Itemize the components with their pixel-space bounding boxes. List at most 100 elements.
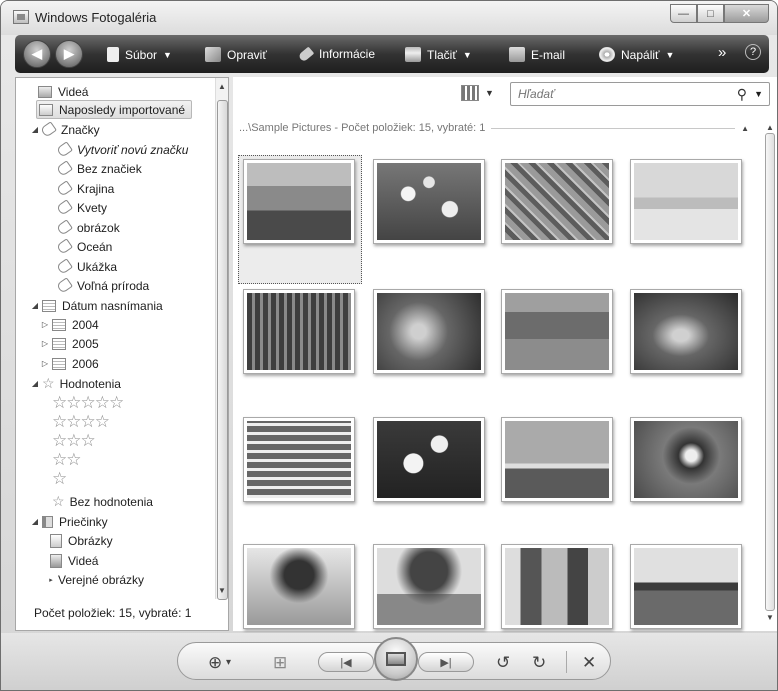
tree-item-tag[interactable]: Oceán	[56, 237, 112, 256]
expand-arrow-icon[interactable]: ▷	[40, 339, 50, 348]
print-menu[interactable]: Tlačiť ▼	[405, 47, 472, 62]
collapse-arrow-icon[interactable]: ◢	[30, 379, 40, 388]
thumbnail-image	[505, 293, 609, 370]
tree-item-folder[interactable]: Videá	[50, 551, 98, 570]
tree-item-no-rating[interactable]: ☆ Bez hodnotenia	[52, 492, 153, 511]
thumbnail-photo-people[interactable]	[501, 544, 613, 629]
rating-five-stars[interactable]: ☆☆☆☆☆	[52, 393, 124, 412]
email-icon	[509, 47, 525, 62]
minimize-button[interactable]: —	[670, 4, 697, 23]
expand-arrow-icon[interactable]: ▷	[40, 320, 50, 329]
scrollbar-thumb[interactable]	[765, 133, 775, 611]
tree-item-label: Bez značiek	[77, 161, 142, 176]
tree-group-date-taken[interactable]: ◢ Dátum nasnímania	[30, 296, 163, 315]
collapse-arrow-icon[interactable]: ◢	[30, 301, 40, 310]
thumbnail-photo-sea-turtle[interactable]	[630, 289, 742, 374]
thumbnail-photo-desert-buttes[interactable]	[243, 159, 355, 244]
more-button[interactable]: »	[718, 44, 726, 61]
thumbnail-photo-leaves[interactable]	[501, 159, 613, 244]
tree-group-folders[interactable]: ◢ Priečinky	[30, 512, 108, 531]
main-scrollbar[interactable]: ▲ ▼	[763, 123, 777, 627]
expand-arrow-icon[interactable]: ▷	[40, 359, 50, 368]
rotate-counterclockwise-icon[interactable]: ↺	[496, 653, 510, 673]
thumbnail-photo-tree-fog[interactable]	[243, 544, 355, 629]
fix-button[interactable]: Opraviť	[205, 47, 267, 62]
tree-item-tag[interactable]: Ukážka	[56, 257, 117, 276]
thumbnail-photo-autumn-tree[interactable]	[373, 544, 485, 629]
collapse-arrow-icon[interactable]: ◢	[30, 125, 40, 134]
tree-item-year[interactable]: ▷ 2005	[40, 334, 99, 353]
file-menu-label: Súbor	[125, 47, 158, 62]
chevron-down-icon[interactable]: ▼	[754, 89, 763, 99]
thumbnail-photo-ocean-pier[interactable]	[501, 417, 613, 502]
tree-item-folder[interactable]: ▸ Verejné obrázky	[46, 570, 144, 589]
tree-item-label: Hodnotenia	[59, 376, 121, 391]
tag-icon	[40, 121, 57, 138]
thumbnail-photo-frangipani[interactable]	[373, 417, 485, 502]
view-options-button[interactable]: ▼	[461, 85, 494, 101]
collapse-group-icon[interactable]: ▲	[741, 124, 749, 133]
rating-three-stars[interactable]: ☆☆☆	[52, 431, 96, 450]
delete-icon[interactable]: ✕	[582, 653, 596, 673]
forward-button[interactable]: ▶	[55, 40, 83, 68]
rating-two-stars[interactable]: ☆☆	[52, 450, 82, 469]
scroll-up-icon[interactable]: ▲	[218, 82, 226, 91]
thumbnail-image	[247, 548, 351, 625]
tree-item-recently-imported[interactable]: Naposledy importované	[36, 100, 193, 119]
maximize-button[interactable]: □	[697, 4, 724, 23]
thumbnail-photo-waterfall[interactable]	[243, 417, 355, 502]
next-button[interactable]: ▶|	[418, 652, 474, 672]
thumbnail-photo-white-flowers[interactable]	[373, 159, 485, 244]
thumbnail-pane: ▼ ⚲ ▼ ...\Sample Pictures - Počet položi…	[233, 77, 777, 631]
divider	[566, 651, 567, 673]
tree-item-year[interactable]: ▷ 2006	[40, 354, 99, 373]
zoom-icon[interactable]: ⊕	[208, 653, 222, 673]
tree-item-folder[interactable]: Obrázky	[50, 531, 113, 550]
email-button[interactable]: E-mail	[509, 47, 565, 62]
help-button[interactable]: ?	[745, 44, 761, 60]
thumbnail-photo-whale-tail[interactable]	[630, 544, 742, 629]
rating-one-star[interactable]: ☆	[52, 469, 67, 488]
tag-icon	[56, 277, 73, 294]
thumbnail-photo-toucan[interactable]	[630, 417, 742, 502]
thumbnail-photo-plants-closeup[interactable]	[373, 289, 485, 374]
left-scrollbar[interactable]: ▲ ▼	[215, 78, 228, 600]
tree-group-tags[interactable]: ◢ Značky	[30, 120, 100, 139]
scroll-down-icon[interactable]: ▼	[766, 613, 774, 622]
tree-item-tag[interactable]: Bez značiek	[56, 159, 142, 178]
tree-item-label: Krajina	[77, 181, 115, 196]
thumbnail-photo-green-valley[interactable]	[501, 289, 613, 374]
burn-menu[interactable]: Napáliť ▼	[599, 47, 674, 62]
app-window: Windows Fotogaléria — □ ✕ ◀ ▶ Súbor ▼ Opr…	[0, 0, 778, 691]
rating-four-stars[interactable]: ☆☆☆☆	[52, 412, 110, 431]
rotate-clockwise-icon[interactable]: ↻	[532, 653, 546, 673]
zoom-dropdown-icon[interactable]: ▾	[226, 657, 231, 668]
tree-item-tag[interactable]: Kvety	[56, 198, 107, 217]
tree-item-create-tag[interactable]: Vytvoriť novú značku	[56, 140, 188, 159]
scroll-down-icon[interactable]: ▼	[218, 586, 226, 595]
scroll-up-icon[interactable]: ▲	[766, 123, 774, 132]
tree-item-tag[interactable]: Voľná príroda	[56, 276, 149, 295]
back-button[interactable]: ◀	[23, 40, 51, 68]
scrollbar-thumb[interactable]	[217, 100, 228, 600]
close-button[interactable]: ✕	[724, 4, 769, 23]
slideshow-button[interactable]	[374, 637, 418, 681]
thumbnail-photo-forest-path[interactable]	[243, 289, 355, 374]
tree-item-tag[interactable]: Krajina	[56, 179, 115, 198]
search-box[interactable]: ⚲ ▼	[510, 82, 770, 106]
previous-button[interactable]: |◀	[318, 652, 374, 672]
tree-item-tag[interactable]: obrázok	[56, 218, 120, 237]
expand-arrow-icon[interactable]: ▸	[46, 576, 56, 584]
search-icon[interactable]: ⚲	[737, 86, 747, 103]
thumbnail-photo-sand-dunes-oryx[interactable]	[630, 159, 742, 244]
info-button[interactable]: Informácie	[297, 46, 376, 62]
grid-view-icon[interactable]: ⊞	[273, 653, 287, 673]
tree-item-videos[interactable]: Videá	[38, 82, 88, 101]
file-menu[interactable]: Súbor ▼	[107, 47, 172, 62]
tree-item-year[interactable]: ▷ 2004	[40, 315, 99, 334]
collapse-arrow-icon[interactable]: ◢	[30, 517, 40, 526]
search-input[interactable]	[511, 83, 711, 105]
info-button-label: Informácie	[319, 47, 376, 61]
tree-group-ratings[interactable]: ◢ ☆ Hodnotenia	[30, 374, 121, 393]
folder-icon	[42, 515, 53, 528]
